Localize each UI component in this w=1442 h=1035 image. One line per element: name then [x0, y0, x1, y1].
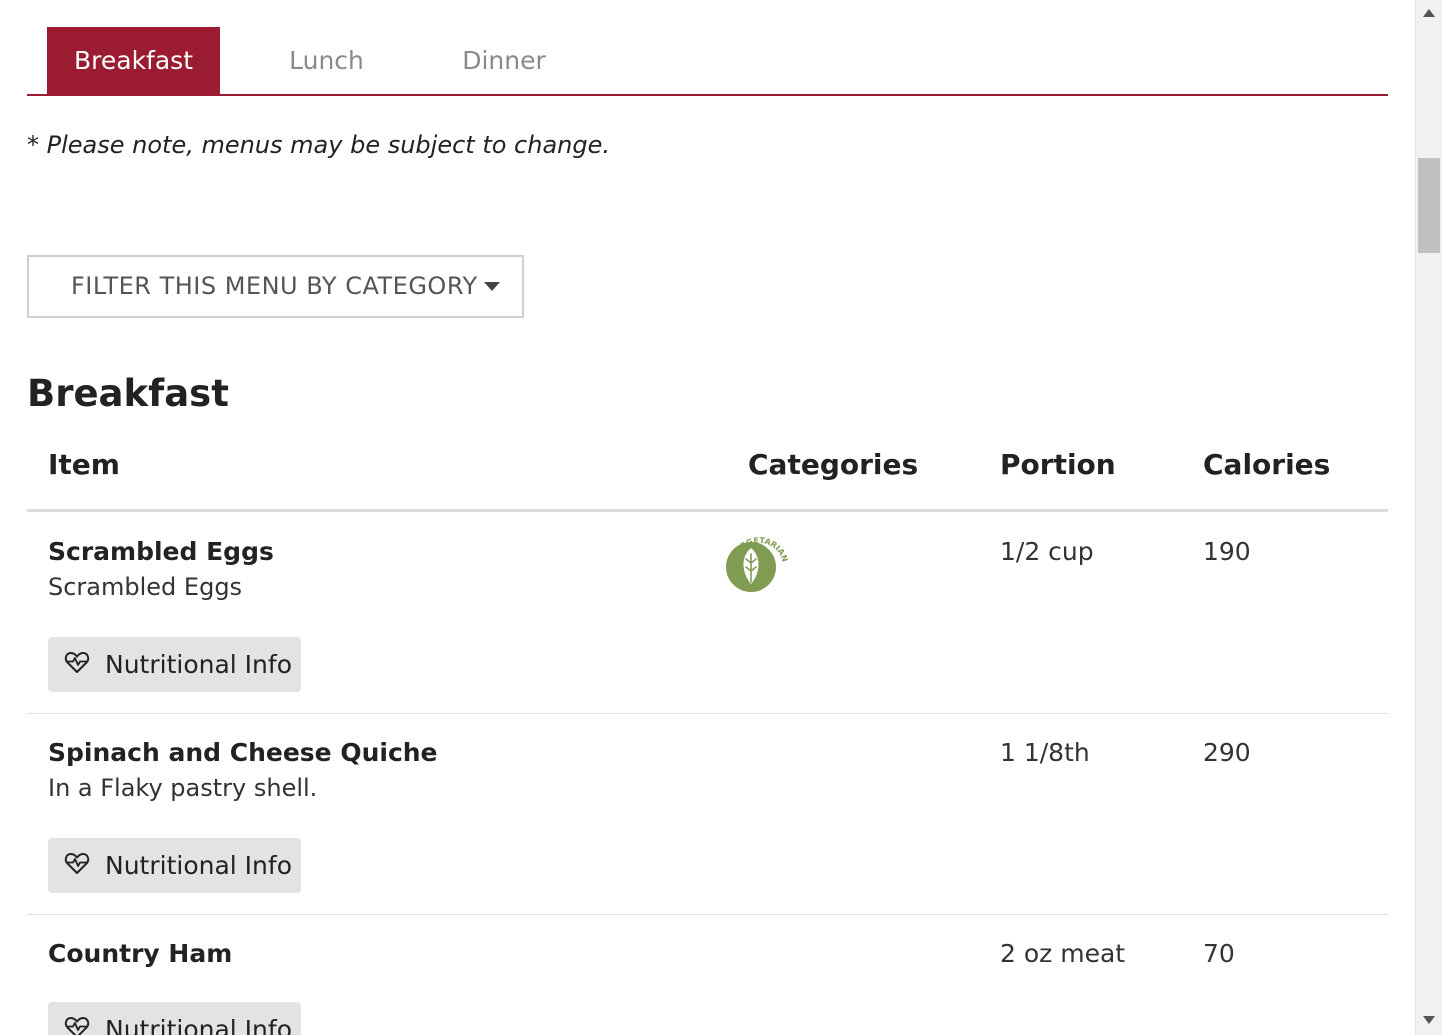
heart-pulse-icon: [64, 1016, 90, 1035]
table-header: Item Categories Portion Calories: [27, 440, 1388, 512]
item-calories: 290: [1203, 738, 1251, 767]
nutritional-info-button[interactable]: Nutritional Info: [48, 1002, 301, 1035]
nutritional-info-label: Nutritional Info: [105, 650, 292, 679]
column-header-item: Item: [48, 448, 120, 481]
nutritional-info-label: Nutritional Info: [105, 851, 292, 880]
filter-label: FILTER THIS MENU BY CATEGORY: [71, 272, 478, 300]
menu-change-note: * Please note, menus may be subject to c…: [27, 131, 611, 159]
chevron-down-icon: [484, 282, 500, 291]
tab-dinner[interactable]: Dinner: [431, 27, 577, 94]
category-filter-dropdown[interactable]: FILTER THIS MENU BY CATEGORY: [27, 255, 524, 318]
meal-tabs: Breakfast Lunch Dinner: [27, 27, 1388, 96]
nutritional-info-label: Nutritional Info: [105, 1015, 292, 1035]
item-calories: 70: [1203, 939, 1235, 968]
item-description: Scrambled Eggs: [48, 573, 243, 601]
scroll-up-arrow-icon[interactable]: [1423, 9, 1435, 17]
tab-breakfast[interactable]: Breakfast: [47, 27, 220, 94]
item-portion: 2 oz meat: [1000, 939, 1126, 968]
item-name: Spinach and Cheese Quiche: [48, 738, 438, 767]
vegetarian-leaf-icon: VEGETARIAN: [726, 536, 789, 592]
column-header-categories: Categories: [748, 448, 919, 481]
scroll-thumb[interactable]: [1418, 158, 1440, 253]
nutritional-info-button[interactable]: Nutritional Info: [48, 637, 301, 692]
section-title: Breakfast: [27, 372, 229, 415]
item-name: Scrambled Eggs: [48, 537, 274, 566]
table-row: Spinach and Cheese Quiche In a Flaky pas…: [27, 713, 1388, 915]
table-row: Scrambled Eggs Scrambled Eggs Nutritiona…: [27, 512, 1388, 714]
tab-lunch[interactable]: Lunch: [257, 27, 396, 94]
item-portion: 1 1/8th: [1000, 738, 1090, 767]
column-header-calories: Calories: [1203, 448, 1331, 481]
nutritional-info-button[interactable]: Nutritional Info: [48, 838, 301, 893]
column-header-portion: Portion: [1000, 448, 1116, 481]
item-calories: 190: [1203, 537, 1251, 566]
item-portion: 1/2 cup: [1000, 537, 1094, 566]
menu-content: Breakfast Lunch Dinner * Please note, me…: [27, 0, 1388, 1035]
heart-pulse-icon: [64, 852, 90, 874]
item-name: Country Ham: [48, 939, 233, 968]
table-row: Country Ham Nutritional Info 2 oz meat 7…: [27, 914, 1388, 1035]
vertical-scrollbar[interactable]: [1415, 0, 1442, 1035]
scroll-down-arrow-icon[interactable]: [1423, 1016, 1435, 1024]
heart-pulse-icon: [64, 651, 90, 673]
item-description: In a Flaky pastry shell.: [48, 774, 318, 802]
